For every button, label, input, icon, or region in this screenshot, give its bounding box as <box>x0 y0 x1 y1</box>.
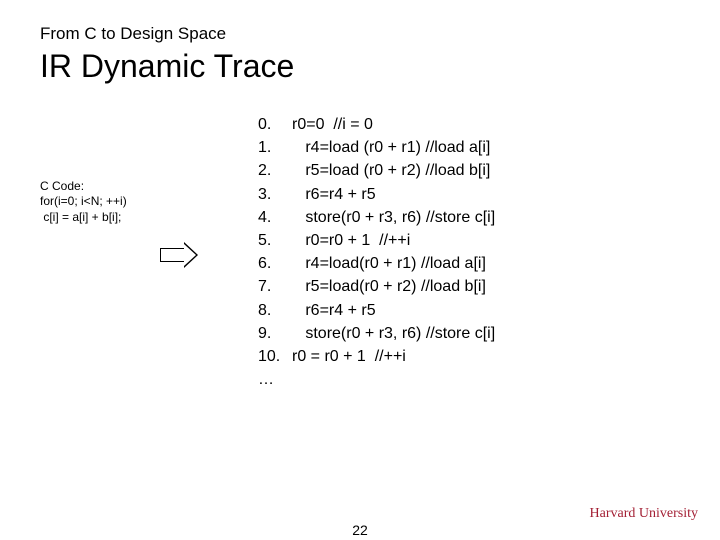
trace-line: 7. r5=load(r0 + r2) //load b[i] <box>258 275 495 298</box>
slide-pretitle: From C to Design Space <box>40 24 680 44</box>
org-label: Harvard University <box>590 506 698 522</box>
trace-line: 4. store(r0 + r3, r6) //store c[i] <box>258 206 495 229</box>
trace-line: 2. r5=load (r0 + r2) //load b[i] <box>258 159 495 182</box>
slide: From C to Design Space IR Dynamic Trace … <box>0 0 720 540</box>
c-code-block: C Code: for(i=0; i<N; ++i) c[i] = a[i] +… <box>40 113 200 225</box>
trace-list: 0.r0=0 //i = 0 1. r4=load (r0 + r1) //lo… <box>258 113 495 391</box>
trace-line: 8. r6=r4 + r5 <box>258 299 495 322</box>
c-code-label: C Code: <box>40 179 200 193</box>
trace-line: 1. r4=load (r0 + r1) //load a[i] <box>258 136 495 159</box>
slide-content: C Code: for(i=0; i<N; ++i) c[i] = a[i] +… <box>40 113 680 391</box>
page-number: 22 <box>0 522 720 538</box>
trace-line: 9. store(r0 + r3, r6) //store c[i] <box>258 322 495 345</box>
slide-title: IR Dynamic Trace <box>40 48 680 85</box>
trace-line: 3. r6=r4 + r5 <box>258 183 495 206</box>
c-code-line: c[i] = a[i] + b[i]; <box>40 210 200 226</box>
c-code-line: for(i=0; i<N; ++i) <box>40 194 200 210</box>
trace-line: 10.r0 = r0 + 1 //++i <box>258 345 495 368</box>
trace-line: 5. r0=r0 + 1 //++i <box>258 229 495 252</box>
trace-line: 0.r0=0 //i = 0 <box>258 113 495 136</box>
trace-line: 6. r4=load(r0 + r1) //load a[i] <box>258 252 495 275</box>
trace-ellipsis: … <box>258 368 495 391</box>
